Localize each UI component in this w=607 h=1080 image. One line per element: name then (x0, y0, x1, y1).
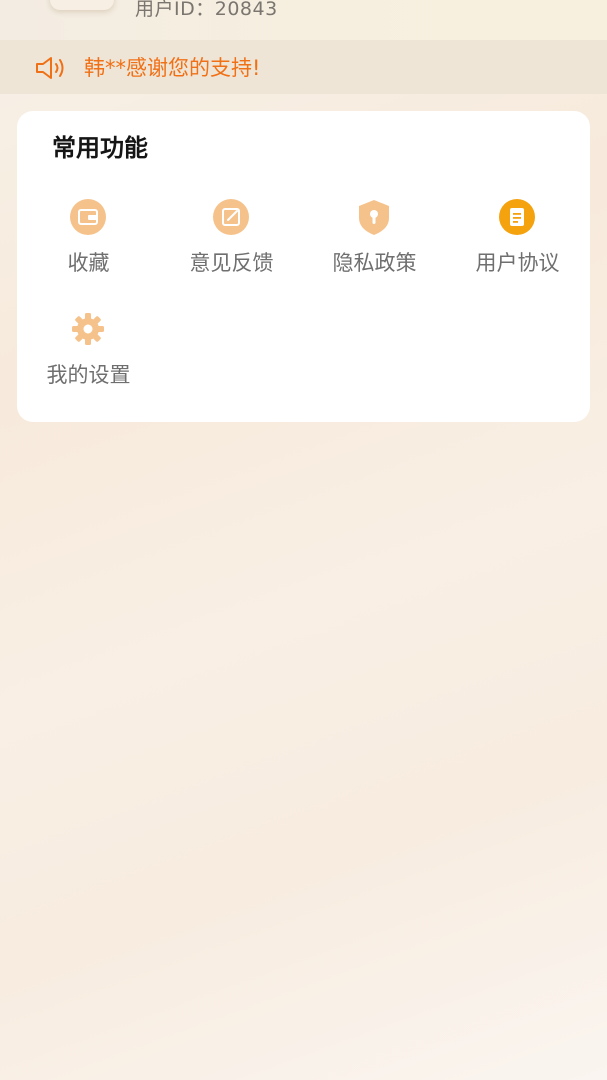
edit-icon (213, 199, 249, 235)
notice-text: 韩**感谢您的支持! (84, 56, 261, 80)
favorites-button[interactable]: 收藏 (17, 198, 160, 298)
document-icon (499, 199, 535, 235)
feedback-button[interactable]: 意见反馈 (160, 198, 303, 298)
func-label: 我的设置 (46, 363, 131, 387)
my-settings-button[interactable]: 我的设置 (17, 310, 160, 410)
avatar[interactable] (50, 0, 114, 10)
func-label: 意见反馈 (189, 251, 274, 275)
privacy-policy-button[interactable]: 隐私政策 (303, 198, 446, 298)
user-header: 用户ID：20843 (0, 0, 607, 40)
func-label: 用户协议 (475, 251, 560, 275)
user-id: 用户ID：20843 (135, 0, 278, 20)
func-label: 收藏 (67, 251, 110, 275)
speaker-icon (36, 57, 64, 79)
shield-keyhole-icon (359, 200, 389, 235)
card-title: 常用功能 (52, 134, 148, 162)
notice-bar: 韩**感谢您的支持! (0, 40, 607, 94)
func-label: 隐私政策 (332, 251, 417, 275)
common-functions-card: 常用功能 收藏 意见反馈 隐私政策 用户协议 我的设置 (17, 111, 590, 422)
wallet-icon (70, 199, 106, 235)
user-agreement-button[interactable]: 用户协议 (446, 198, 589, 298)
gear-icon (72, 313, 104, 345)
